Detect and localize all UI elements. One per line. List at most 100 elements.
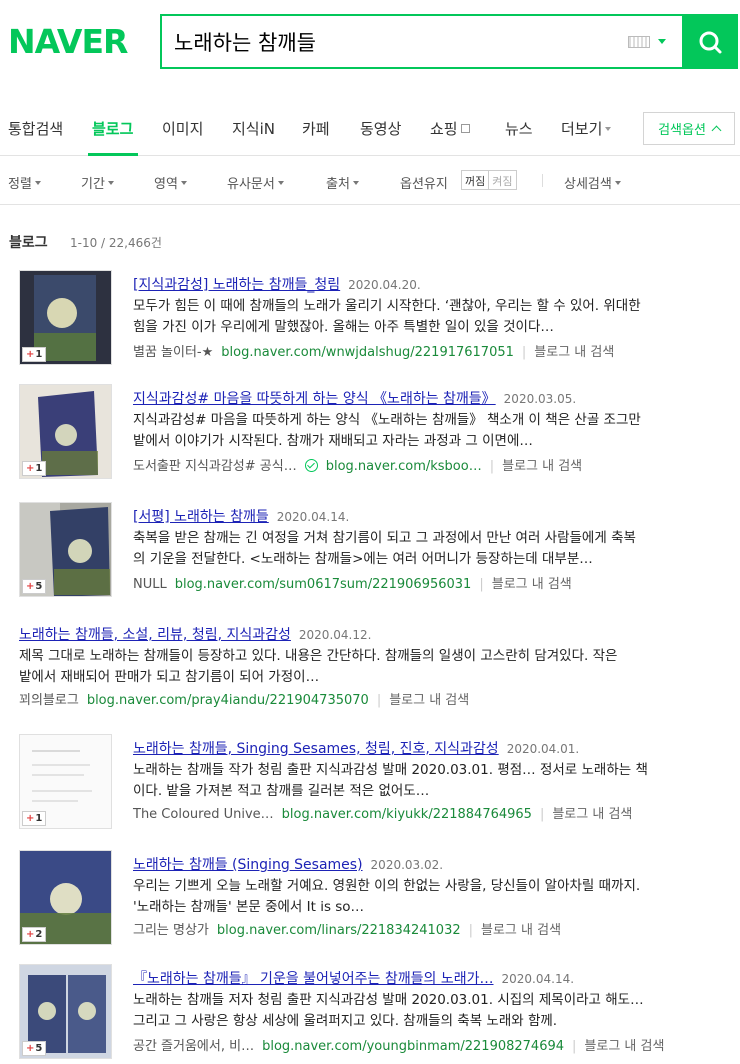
tab-blog[interactable]: 블로그 (92, 118, 133, 139)
thumbnail[interactable]: +1 (19, 734, 112, 829)
thumbnail[interactable]: +2 (19, 850, 112, 945)
filter-period[interactable]: 기간 (81, 173, 114, 192)
toggle-on[interactable]: 켜짐 (489, 171, 515, 189)
result-snippet-line2: 밭에서 재배되어 판매가 되고 참기름이 되어 가정이… (19, 669, 320, 685)
thumbnail[interactable]: +1 (19, 270, 112, 365)
result-snippet-line1: 지식과감성# 마음을 따뜻하게 하는 양식 《노래하는 참깨들》 책소개 이 책… (133, 412, 641, 428)
result-title-link[interactable]: 『노래하는 참깨들』 기운을 불어넣어주는 참깨들의 노래가… (133, 971, 494, 987)
toggle-off[interactable]: 꺼짐 (462, 171, 490, 189)
blog-name[interactable]: NULL (133, 577, 167, 592)
tab-image[interactable]: 이미지 (162, 118, 203, 139)
filter-area[interactable]: 영역 (154, 173, 187, 192)
naver-logo[interactable]: NAVER (8, 22, 128, 61)
in-blog-search-link[interactable]: 블로그 내 검색 (502, 459, 582, 474)
result-meta: 꾀의블로그 blog.naver.com/pray4iandu/221904735… (19, 693, 470, 708)
filter-bar: 정렬 기간 영역 유사문서 출처 옵션유지 꺼짐 켜짐 상세검색 (0, 157, 740, 205)
tab-news[interactable]: 뉴스 (505, 118, 533, 139)
caret-down-icon (180, 181, 187, 185)
caret-down-icon (277, 181, 284, 185)
result-title-link[interactable]: 노래하는 참깨들, 소설, 리뷰, 청림, 지식과감성 (19, 627, 291, 643)
result-title-row: [지식과감성] 노래하는 참깨들_청림 2020.04.20. (133, 274, 421, 294)
tab-shopping[interactable]: 쇼핑 (430, 118, 470, 139)
result-title-row: [서평] 노래하는 참깨들 2020.04.14. (133, 506, 349, 526)
blog-url[interactable]: blog.naver.com/kiyukk/221884764965 (282, 807, 532, 822)
filter-source[interactable]: 출처 (326, 173, 359, 192)
result-snippet-line2: 밭에서 이야기가 시작된다. 참깨가 재배되고 자라는 과정과 그 이면에… (133, 433, 533, 449)
result-title-row: 노래하는 참깨들, Singing Sesames, 청림, 진호, 지식과감성… (133, 738, 579, 758)
blog-name[interactable]: 공간 즐거움에서, 비… (133, 1039, 254, 1054)
blog-name[interactable]: 도서출판 지식과감성# 공식… (133, 459, 297, 474)
search-box (160, 14, 738, 69)
result-date: 2020.04.20. (348, 278, 421, 292)
result-title-link[interactable]: 노래하는 참깨들 (Singing Sesames) (133, 857, 363, 873)
chevron-up-icon (711, 125, 722, 136)
caret-down-icon (605, 127, 612, 131)
keep-options-toggle[interactable]: 꺼짐 켜짐 (461, 170, 517, 190)
in-blog-search-link[interactable]: 블로그 내 검색 (584, 1039, 664, 1054)
search-options-label: 검색옵션 (658, 123, 706, 138)
caret-down-icon (614, 181, 621, 185)
results-count: 1-10 / 22,466건 (70, 236, 162, 250)
in-blog-search-link[interactable]: 블로그 내 검색 (389, 693, 469, 708)
blog-url[interactable]: blog.naver.com/sum0617sum/221906956031 (175, 577, 472, 592)
result-snippet-line1: 우리는 기쁘게 오늘 노래할 거예요. 영원한 이의 한없는 사랑을, 당신들이… (133, 878, 641, 894)
result-title-row: 노래하는 참깨들 (Singing Sesames) 2020.03.02. (133, 854, 443, 874)
result-meta: 별꿈 놀이터-★ blog.naver.com/wnwjdalshug/22191… (133, 345, 615, 360)
result-meta: The Coloured Unive… blog.naver.com/kiyukk… (133, 807, 633, 822)
blog-name[interactable]: 그리는 명상가 (133, 923, 209, 938)
chevron-down-icon[interactable] (658, 39, 666, 44)
blog-name[interactable]: 별꿈 놀이터-★ (133, 345, 213, 360)
blog-name[interactable]: The Coloured Unive… (133, 807, 274, 822)
filter-keep-options: 옵션유지 (400, 177, 448, 192)
filter-sort-label: 정렬 (8, 177, 32, 192)
in-blog-search-link[interactable]: 블로그 내 검색 (492, 577, 572, 592)
search-icon (699, 31, 722, 53)
thumbnail[interactable]: +1 (19, 384, 112, 479)
image-count-badge: +1 (22, 461, 47, 476)
blog-url[interactable]: blog.naver.com/youngbinmam/221908274694 (262, 1039, 564, 1054)
result-meta: NULL blog.naver.com/sum0617sum/2219069560… (133, 577, 572, 592)
result-snippet-line1: 노래하는 참깨들 작가 청림 출판 지식과감성 발매 2020.03.01. 평… (133, 762, 648, 778)
result-date: 2020.04.14. (276, 510, 350, 524)
image-count-badge: +5 (22, 1041, 47, 1056)
result-title-link[interactable]: [서평] 노래하는 참깨들 (133, 509, 269, 525)
blog-url[interactable]: blog.naver.com/wnwjdalshug/221917617051 (221, 345, 514, 360)
result-title-link[interactable]: [지식과감성] 노래하는 참깨들_청림 (133, 277, 340, 293)
result-date: 2020.04.14. (501, 972, 575, 986)
header: NAVER (0, 0, 740, 100)
filter-detail[interactable]: 상세검색 (564, 173, 621, 192)
result-snippet-line2: 의 기운을 전달한다. <노래하는 참깨들>에는 여러 어머니가 등장하는데 대… (133, 551, 593, 567)
result-snippet-line1: 모두가 힘든 이 때에 참깨들의 노래가 울리기 시작한다. ‘괜찮아, 우리는… (133, 298, 641, 314)
result-snippet-line2: 이다. 밭을 가져본 적고 참깨를 길러본 적은 없어도… (133, 783, 430, 799)
result-meta: 그리는 명상가 blog.naver.com/linars/22183424103… (133, 923, 562, 938)
tab-video[interactable]: 동영상 (360, 118, 401, 139)
in-blog-search-link[interactable]: 블로그 내 검색 (481, 923, 561, 938)
in-blog-search-link[interactable]: 블로그 내 검색 (552, 807, 632, 822)
keyboard-icon[interactable] (628, 35, 650, 48)
thumbnail[interactable]: +5 (19, 502, 112, 597)
result-snippet-line2: 힘을 가진 이가 우리에게 말했잖아. 올해는 아주 특별한 일이 있을 것이다… (133, 319, 554, 335)
thumbnail[interactable]: +5 (19, 964, 112, 1059)
in-blog-search-link[interactable]: 블로그 내 검색 (534, 345, 614, 360)
result-title-link[interactable]: 지식과감성# 마음을 따뜻하게 하는 양식 《노래하는 참깨들》 (133, 391, 496, 407)
results-title: 블로그 (9, 235, 48, 251)
blog-url[interactable]: blog.naver.com/pray4iandu/221904735070 (87, 693, 369, 708)
result-snippet-line1: 제목 그대로 노래하는 참깨들이 등장하고 있다. 내용은 간단하다. 참깨들의… (19, 648, 618, 664)
filter-similar[interactable]: 유사문서 (227, 173, 284, 192)
result-title-link[interactable]: 노래하는 참깨들, Singing Sesames, 청림, 진호, 지식과감성 (133, 741, 499, 757)
blog-url[interactable]: blog.naver.com/linars/221834241032 (217, 923, 461, 938)
result-date: 2020.03.05. (503, 392, 577, 406)
tab-more[interactable]: 더보기 (561, 118, 612, 139)
search-button[interactable] (682, 14, 738, 69)
result-date: 2020.03.02. (370, 858, 444, 872)
tab-integrated[interactable]: 통합검색 (8, 118, 63, 139)
image-count-badge: +5 (22, 579, 47, 594)
blog-name[interactable]: 꾀의블로그 (19, 693, 79, 708)
search-options-button[interactable]: 검색옵션 (643, 112, 735, 145)
tab-cafe[interactable]: 카페 (302, 118, 330, 139)
filter-sort[interactable]: 정렬 (8, 173, 41, 192)
caret-down-icon (352, 181, 359, 185)
search-input[interactable] (162, 16, 628, 67)
blog-url[interactable]: blog.naver.com/ksboo… (326, 459, 482, 474)
tab-kin[interactable]: 지식iN (232, 118, 275, 139)
